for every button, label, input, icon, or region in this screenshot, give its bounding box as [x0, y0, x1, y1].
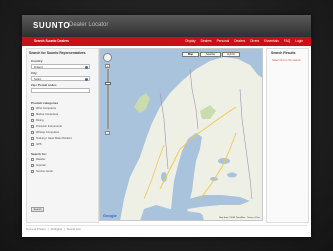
nav-link[interactable]: FAQ	[284, 39, 290, 43]
city-select[interactable]: Select	[31, 76, 90, 81]
zoom-slider-track[interactable]	[106, 69, 109, 129]
search-for-checkbox-row[interactable]: Service center	[31, 169, 53, 173]
main-nav: Search Suunto Dealers Display Dealers Pe…	[22, 37, 311, 46]
checkbox[interactable]	[31, 157, 34, 161]
footer-separator: |	[63, 228, 65, 231]
search-results-panel: Search Results Select first in the searc…	[266, 48, 309, 223]
screen-background: SUUNTO Dealer Locator Search Suunto Deal…	[0, 0, 333, 251]
footer-divider	[26, 225, 307, 226]
footer-separator: |	[47, 228, 49, 231]
chevron-down-icon	[85, 77, 88, 81]
search-panel: Search for Suunto Representatives Countr…	[26, 48, 99, 223]
city-label: City	[31, 71, 37, 75]
checkbox-label: Service center	[36, 169, 54, 173]
dealer-map[interactable]: Map Satellite Hybrid + − Google Map data…	[99, 48, 263, 221]
map-canvas[interactable]	[100, 49, 263, 221]
nav-link[interactable]: Display	[185, 39, 195, 43]
search-results-title: Search Results	[271, 51, 296, 55]
checkbox[interactable]	[31, 169, 34, 173]
nav-link[interactable]: Dealers	[201, 39, 212, 43]
site-footer: Terms of Privacy | All Rights | Suunto.c…	[26, 228, 81, 231]
checkbox-label: GPS	[36, 142, 42, 146]
site-header: SUUNTO Dealer Locator	[22, 15, 311, 37]
google-logo[interactable]: Google	[103, 213, 117, 218]
country-label: Country	[31, 59, 43, 63]
map-forest	[134, 93, 150, 113]
search-for-label: Search for:	[31, 152, 47, 156]
checkbox-label: Precision Instruments	[36, 124, 62, 128]
category-checkbox-row[interactable]: Diving	[31, 118, 43, 122]
checkbox[interactable]	[31, 112, 34, 116]
checkbox-label: Marine Computers	[36, 112, 59, 116]
suunto-logo[interactable]: SUUNTO	[33, 21, 70, 30]
checkbox[interactable]	[31, 124, 34, 128]
map-zoom-control: + −	[103, 53, 112, 139]
zoom-slider-thumb[interactable]	[104, 81, 111, 85]
checkbox[interactable]	[31, 106, 34, 110]
category-checkbox-row[interactable]: Training / Heart Rate Monitors	[31, 136, 72, 140]
checkbox-label: Diving	[36, 118, 44, 122]
zip-label: Zip / Postal codes	[31, 83, 57, 87]
checkbox[interactable]	[31, 142, 34, 146]
checkbox-label: Wrist Computers	[36, 106, 56, 110]
map-lake	[227, 172, 237, 178]
country-select-value: Finland	[34, 65, 43, 69]
checkbox[interactable]	[31, 130, 34, 134]
nav-link[interactable]: Login	[295, 39, 303, 43]
category-checkbox-row[interactable]: Precision Instruments	[31, 124, 62, 128]
zip-input[interactable]	[31, 88, 90, 93]
map-type-hybrid-button[interactable]: Hybrid	[222, 52, 240, 57]
footer-link[interactable]: Terms of Privacy	[26, 228, 46, 231]
category-checkbox-row[interactable]: GPS	[31, 142, 42, 146]
zoom-in-button[interactable]: +	[105, 64, 110, 68]
checkbox[interactable]	[31, 118, 34, 122]
category-checkbox-row[interactable]: Wrist Computers	[31, 106, 56, 110]
nav-section-title[interactable]: Search Suunto Dealers	[34, 39, 69, 43]
nav-link[interactable]: Essentials	[264, 39, 279, 43]
map-pan-control[interactable]	[103, 53, 112, 62]
search-results-empty-message: Select first in the search	[272, 59, 301, 62]
footer-link[interactable]: Suunto.com	[67, 228, 81, 231]
category-checkbox-row[interactable]: Marine Computers	[31, 112, 58, 116]
map-type-satellite-button[interactable]: Satellite	[200, 52, 221, 57]
zoom-out-button[interactable]: −	[105, 131, 110, 135]
city-select-value: Select	[34, 77, 42, 81]
category-checkbox-row[interactable]: Wristop Computers	[31, 130, 59, 134]
page-heading: Dealer Locator	[69, 22, 109, 28]
checkbox-label: Training / Heart Rate Monitors	[36, 136, 72, 140]
checkbox[interactable]	[31, 136, 34, 140]
footer-link[interactable]: All Rights	[51, 228, 62, 231]
checkbox-label: Importer	[36, 163, 47, 167]
browser-page: SUUNTO Dealer Locator Search Suunto Deal…	[22, 15, 311, 237]
nav-link[interactable]: Dealers	[234, 39, 245, 43]
country-select[interactable]: Finland	[31, 64, 90, 69]
chevron-down-icon	[85, 65, 88, 69]
nav-links: Display Dealers Personal Dealers Divers …	[185, 39, 303, 43]
search-button[interactable]: Search	[31, 207, 44, 212]
nav-link[interactable]: Personal	[217, 39, 230, 43]
product-categories-label: Product categories	[31, 101, 59, 105]
checkbox[interactable]	[31, 163, 34, 167]
map-type-map-button[interactable]: Map	[182, 52, 199, 57]
checkbox-label: Wristop Computers	[36, 130, 59, 134]
map-attribution[interactable]: Map data ©2009 Tele Atlas · Terms of Use	[219, 217, 260, 219]
search-panel-title: Search for Suunto Representatives	[29, 51, 86, 55]
nav-link[interactable]: Divers	[250, 39, 259, 43]
checkbox-label: Retailer	[36, 157, 46, 161]
search-for-checkbox-row[interactable]: Importer	[31, 163, 46, 167]
search-for-checkbox-row[interactable]: Retailer	[31, 157, 45, 161]
